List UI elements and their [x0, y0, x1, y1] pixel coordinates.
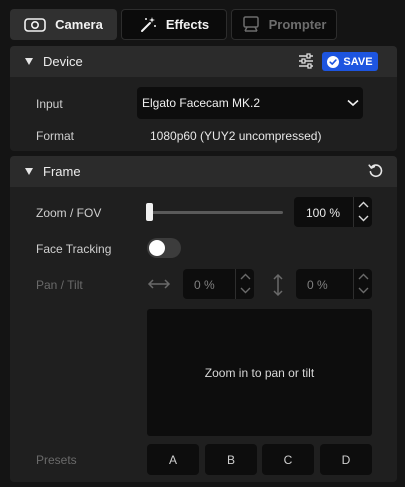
format-value: 1080p60 (YUY2 uncompressed)	[150, 129, 322, 143]
zoom-slider-track[interactable]	[148, 211, 283, 214]
horizontal-arrows-icon	[147, 278, 171, 290]
vertical-arrows-icon	[272, 273, 284, 297]
decrement-chevron-down-icon[interactable]	[240, 287, 251, 294]
pan-tilt-area-text: Zoom in to pan or tilt	[204, 365, 315, 380]
input-label: Input	[36, 97, 63, 111]
save-button-label: SAVE	[343, 55, 373, 68]
adjust-settings-icon[interactable]	[298, 53, 314, 69]
preset-c-button[interactable]: C	[262, 444, 314, 475]
presets-label: Presets	[36, 453, 77, 467]
pan-stepper[interactable]: 0 %	[183, 269, 254, 299]
increment-chevron-up-icon[interactable]	[240, 273, 251, 280]
pan-tilt-label: Pan / Tilt	[36, 278, 83, 292]
preset-b-button[interactable]: B	[205, 444, 257, 475]
decrement-chevron-down-icon[interactable]	[358, 215, 369, 222]
prompter-icon	[242, 16, 260, 33]
tab-prompter-label: Prompter	[268, 17, 327, 32]
input-select-value: Elgato Facecam MK.2	[142, 96, 261, 110]
tab-camera-label: Camera	[55, 17, 103, 32]
chevron-down-icon	[347, 99, 359, 107]
tab-effects-label: Effects	[165, 17, 210, 32]
magic-wand-icon	[139, 16, 157, 34]
increment-chevron-up-icon[interactable]	[358, 273, 369, 280]
pan-tilt-area[interactable]: Zoom in to pan or tilt	[147, 309, 372, 436]
frame-panel-header[interactable]: Frame	[10, 156, 397, 187]
reset-icon[interactable]	[368, 163, 384, 179]
increment-chevron-up-icon[interactable]	[358, 201, 369, 208]
preset-a-button[interactable]: A	[147, 444, 199, 475]
face-tracking-label: Face Tracking	[36, 242, 112, 256]
collapse-caret-icon[interactable]	[25, 168, 33, 175]
collapse-caret-icon[interactable]	[25, 58, 33, 65]
zoom-slider-thumb[interactable]	[146, 203, 153, 221]
camera-icon	[24, 17, 46, 32]
tab-camera[interactable]: Camera	[10, 9, 117, 40]
format-label: Format	[36, 129, 75, 143]
tilt-stepper[interactable]: 0 %	[296, 269, 372, 299]
save-button[interactable]: SAVE	[322, 52, 378, 71]
tab-effects[interactable]: Effects	[121, 9, 227, 40]
tilt-value: 0 %	[307, 278, 328, 292]
toggle-knob	[149, 240, 165, 256]
zoom-stepper[interactable]: 100 %	[294, 197, 372, 227]
pan-value: 0 %	[194, 278, 215, 292]
check-circle-icon	[327, 55, 340, 68]
tab-prompter[interactable]: Prompter	[231, 9, 337, 40]
input-select[interactable]: Elgato Facecam MK.2	[137, 87, 363, 119]
device-panel-title: Device	[43, 54, 83, 69]
zoom-fov-label: Zoom / FOV	[36, 206, 102, 220]
decrement-chevron-down-icon[interactable]	[358, 287, 369, 294]
zoom-value: 100 %	[306, 206, 341, 220]
preset-d-button[interactable]: D	[320, 444, 372, 475]
frame-panel-title: Frame	[43, 164, 81, 179]
face-tracking-toggle[interactable]	[147, 238, 181, 258]
